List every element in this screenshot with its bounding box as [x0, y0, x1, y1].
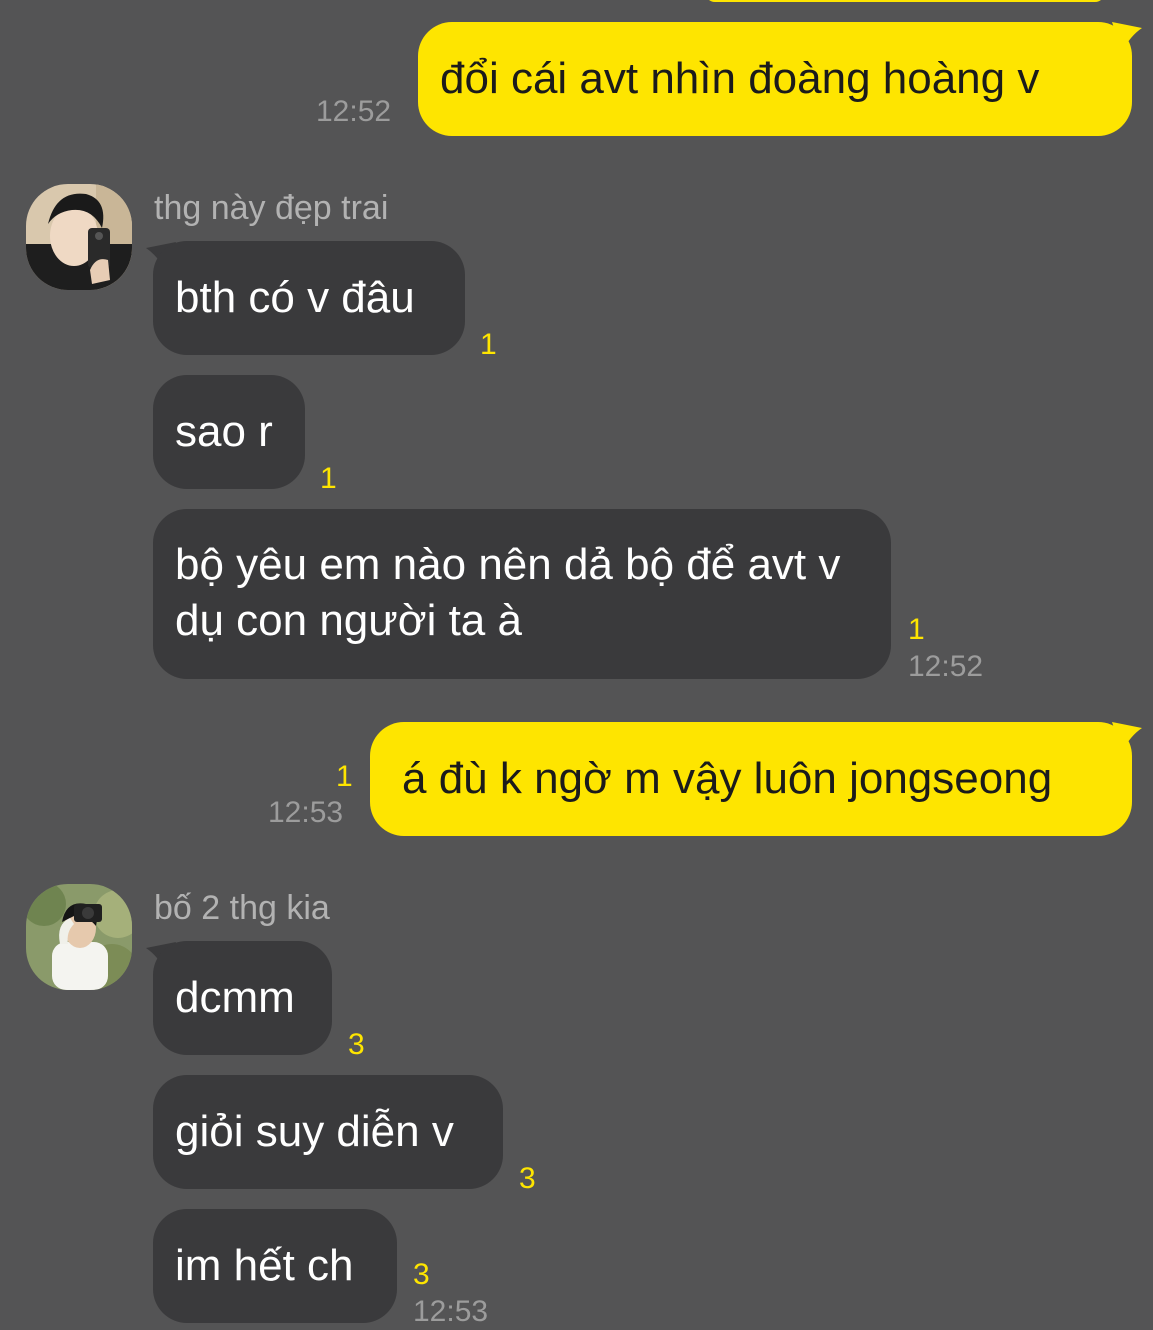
message-text: im hết ch: [175, 1241, 354, 1290]
unread-count: 1: [908, 613, 925, 646]
profile-photo-icon: [26, 184, 132, 290]
sender-name: bố 2 thg kia: [154, 889, 330, 927]
their-message-bubble[interactable]: sao r: [153, 375, 305, 489]
their-message-bubble[interactable]: dcmm: [153, 941, 332, 1055]
sender-name: thg này đẹp trai: [154, 189, 389, 227]
unread-count: 1: [320, 462, 337, 495]
profile-photo-icon: [26, 884, 132, 990]
their-message-bubble[interactable]: giỏi suy diễn v: [153, 1075, 503, 1189]
avatar[interactable]: [26, 884, 132, 990]
message-text: giỏi suy diễn v: [175, 1107, 454, 1156]
their-message-bubble[interactable]: bộ yêu em nào nên dả bộ để avt v dụ con …: [153, 509, 891, 679]
message-text: dcmm: [175, 973, 295, 1022]
unread-count: 1: [480, 328, 497, 361]
message-time: 12:52: [316, 95, 392, 128]
unread-count: 3: [519, 1162, 536, 1195]
message-time: 12:53: [413, 1295, 489, 1328]
unread-count: 1: [336, 760, 353, 793]
message-text: bth có v đâu: [175, 273, 415, 322]
message-time: 12:52: [908, 650, 984, 683]
my-message-bubble[interactable]: đổi cái avt nhìn đoàng hoàng v: [418, 22, 1132, 136]
message-text: á đù k ngờ m vậy luôn jongseong: [402, 754, 1053, 803]
message-text: đổi cái avt nhìn đoàng hoàng v: [440, 54, 1040, 103]
previous-message-bubble-edge: [705, 0, 1105, 2]
message-text: sao r: [175, 407, 273, 456]
unread-count: 3: [348, 1028, 365, 1061]
their-message-bubble[interactable]: bth có v đâu: [153, 241, 465, 355]
my-message-bubble[interactable]: á đù k ngờ m vậy luôn jongseong: [370, 722, 1132, 836]
avatar[interactable]: [26, 184, 132, 290]
message-time: 12:53: [268, 796, 344, 829]
unread-count: 3: [413, 1258, 430, 1291]
bubble-tail-icon: [1112, 722, 1142, 752]
message-text: bộ yêu em nào nên dả bộ để avt v dụ con …: [175, 540, 841, 645]
bubble-tail-icon: [1112, 22, 1142, 52]
their-message-bubble[interactable]: im hết ch: [153, 1209, 397, 1323]
